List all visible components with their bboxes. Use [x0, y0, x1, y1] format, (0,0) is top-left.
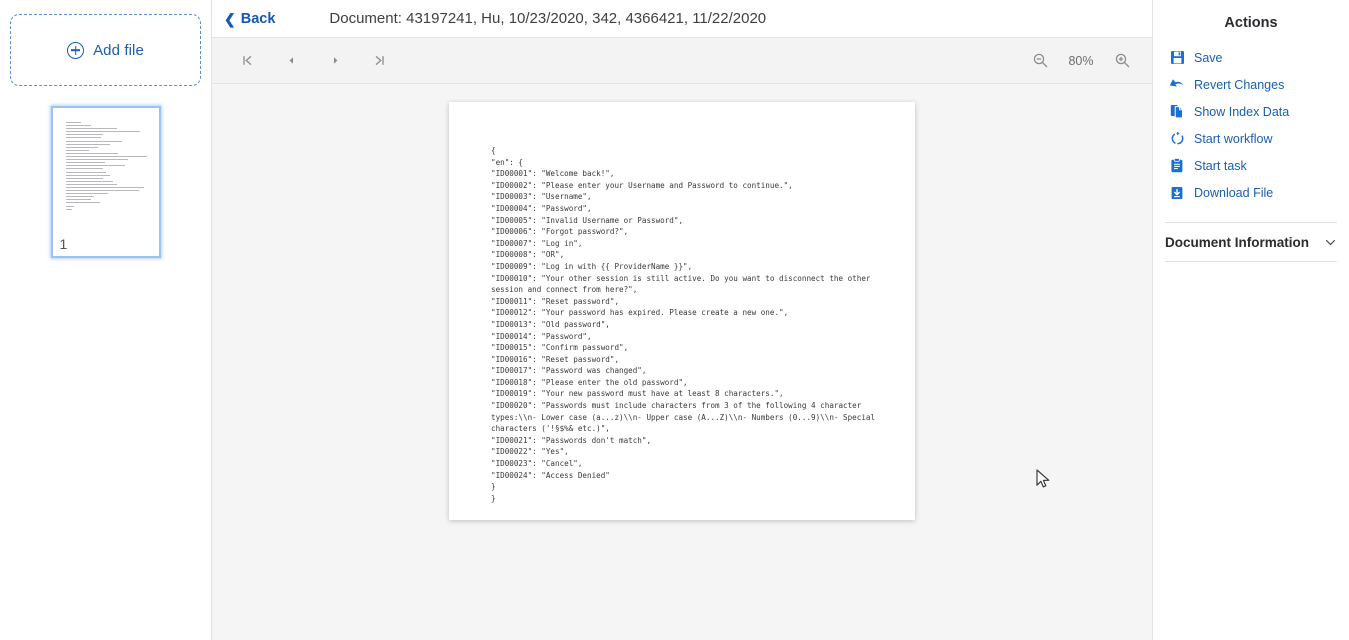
viewer-toolbar: 80% — [212, 37, 1152, 84]
app-root: Add file — [0, 0, 1349, 640]
chevron-down-icon — [1324, 236, 1337, 249]
action-start-workflow[interactable]: Start workflow — [1165, 125, 1337, 152]
previous-page-icon[interactable] — [278, 48, 304, 74]
viewer-canvas: { "en": { "ID00001": "Welcome back!", "I… — [212, 84, 1152, 640]
first-page-icon[interactable] — [234, 48, 260, 74]
save-floppy-icon — [1169, 50, 1185, 66]
actions-title: Actions — [1165, 15, 1337, 31]
action-label: Show Index Data — [1194, 105, 1289, 119]
back-label: Back — [241, 11, 276, 27]
action-save[interactable]: Save — [1165, 44, 1337, 71]
action-show-index-data[interactable]: Show Index Data — [1165, 98, 1337, 125]
add-file-button[interactable]: Add file — [10, 14, 201, 86]
action-label: Revert Changes — [1194, 78, 1284, 92]
action-start-task[interactable]: Start task — [1165, 152, 1337, 179]
page-thumbnail[interactable]: 1 — [51, 106, 161, 258]
page-number-label: 1 — [60, 236, 68, 252]
page-navigation-group — [234, 48, 392, 74]
document-header: ❮ Back Document: 43197241, Hu, 10/23/202… — [212, 0, 1152, 37]
zoom-out-icon[interactable] — [1028, 49, 1052, 73]
action-label: Start workflow — [1194, 132, 1273, 146]
undo-arrow-icon — [1169, 77, 1185, 93]
add-file-label: Add file — [93, 42, 144, 59]
document-text-content: { "en": { "ID00001": "Welcome back!", "I… — [491, 145, 903, 504]
thumbnail-preview-lines — [66, 122, 151, 212]
refresh-circle-icon — [1169, 131, 1185, 147]
download-icon — [1169, 185, 1185, 201]
page-title: Document: 43197241, Hu, 10/23/2020, 342,… — [329, 10, 766, 27]
zoom-controls: 80% — [1028, 49, 1134, 73]
next-page-icon[interactable] — [322, 48, 348, 74]
clipboard-icon — [1169, 158, 1185, 174]
plus-circle-icon — [67, 42, 84, 59]
last-page-icon[interactable] — [366, 48, 392, 74]
action-label: Start task — [1194, 159, 1247, 173]
document-information-label: Document Information — [1165, 235, 1309, 250]
document-information-toggle[interactable]: Document Information — [1165, 223, 1337, 261]
zoom-in-icon[interactable] — [1110, 49, 1134, 73]
actions-sidebar: Actions Save Revert Changes Show Index D… — [1153, 0, 1349, 640]
document-page[interactable]: { "en": { "ID00001": "Welcome back!", "I… — [449, 102, 915, 520]
action-download-file[interactable]: Download File — [1165, 179, 1337, 206]
zoom-level-label: 80% — [1066, 54, 1096, 68]
panel-divider-bottom — [1165, 261, 1337, 262]
chevron-left-icon: ❮ — [224, 12, 236, 26]
file-sidebar: Add file — [0, 0, 212, 640]
document-viewer-pane: ❮ Back Document: 43197241, Hu, 10/23/202… — [212, 0, 1153, 640]
action-revert-changes[interactable]: Revert Changes — [1165, 71, 1337, 98]
page-thumbnail-list: 1 — [0, 106, 211, 258]
action-label: Download File — [1194, 186, 1273, 200]
action-label: Save — [1194, 51, 1223, 65]
copy-pages-icon — [1169, 104, 1185, 120]
back-button[interactable]: ❮ Back — [218, 9, 281, 29]
